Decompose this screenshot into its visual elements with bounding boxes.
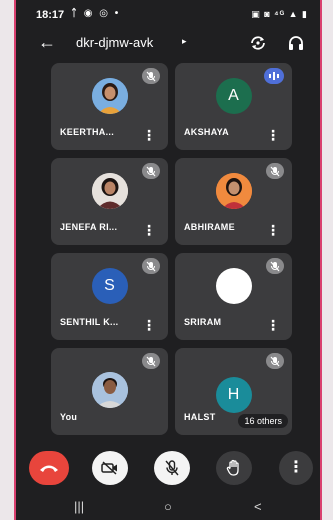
person-photo-icon	[215, 173, 252, 209]
more-vert-icon[interactable]: ⋮	[142, 128, 156, 142]
status-time: 18:17	[36, 9, 65, 21]
mic-off-icon	[142, 353, 160, 369]
avatar	[91, 372, 128, 408]
hand-icon	[226, 459, 239, 476]
switch-camera-icon[interactable]	[248, 34, 268, 52]
call-controls: ⋮	[16, 448, 320, 488]
more-vert-icon[interactable]: ⋮	[266, 223, 280, 237]
participant-name: SENTHIL K...	[60, 317, 119, 327]
participant-tile[interactable]: S SENTHIL K... ⋮	[51, 253, 168, 340]
avatar: H	[215, 377, 252, 413]
more-vert-icon[interactable]: ⋮	[266, 128, 280, 142]
participant-name: ABHIRAME	[184, 222, 235, 232]
participant-tile[interactable]: You	[51, 348, 168, 435]
mic-off-icon	[142, 163, 160, 179]
participant-tile[interactable]: JENEFA RI... ⋮	[51, 158, 168, 245]
avatar-initial: A	[228, 87, 239, 104]
mic-off-icon	[165, 460, 179, 476]
mic-off-icon	[142, 258, 160, 274]
person-photo-icon	[91, 173, 128, 209]
more-options-button[interactable]: ⋮	[279, 451, 313, 485]
mic-off-icon	[266, 163, 284, 179]
raise-hand-button[interactable]	[216, 451, 252, 485]
chevron-right-icon[interactable]: ▸	[182, 36, 187, 47]
speaking-indicator-icon	[264, 68, 284, 84]
participant-name: HALST	[184, 412, 216, 422]
camera-off-icon	[101, 461, 117, 475]
participant-tile[interactable]: ABHIRAME ⋮	[175, 158, 292, 245]
mic-off-icon	[266, 258, 284, 274]
mic-off-icon	[142, 68, 160, 84]
avatar: A	[215, 78, 252, 114]
end-call-button[interactable]	[29, 451, 69, 485]
person-photo-icon	[91, 372, 128, 408]
avatar: S	[91, 268, 128, 304]
mic-off-button[interactable]	[154, 451, 190, 485]
avatar-initial: H	[227, 386, 240, 403]
meeting-code[interactable]: dkr-djmw-avk	[76, 35, 153, 50]
notification-icons: ᛏ ◉ ◎ •	[71, 8, 121, 19]
more-vert-icon[interactable]: ⋮	[142, 223, 156, 237]
more-vert-icon[interactable]: ⋮	[266, 318, 280, 332]
participant-name: AKSHAYA	[184, 127, 229, 137]
more-vert-icon: ⋮	[288, 459, 304, 476]
participant-tile[interactable]: H HALST 16 others	[175, 348, 292, 435]
avatar	[215, 268, 252, 304]
hang-up-icon	[40, 465, 58, 472]
headphones-icon[interactable]	[287, 34, 305, 52]
participant-name: You	[60, 412, 78, 422]
others-count-badge[interactable]: 16 others	[238, 414, 288, 428]
participant-tile[interactable]: KEERTHA... ⋮	[51, 63, 168, 150]
participant-name: KEERTHA...	[60, 127, 115, 137]
phone-screen: 18:17 ᛏ ◉ ◎ • ▣ ◙ ⁴ᴳ ▲ ▮ ← dkr-djmw-avk …	[14, 0, 322, 520]
home-icon[interactable]: ○	[164, 499, 172, 514]
avatar-initial: S	[104, 277, 115, 294]
more-vert-icon[interactable]: ⋮	[142, 318, 156, 332]
status-bar: 18:17 ᛏ ◉ ◎ • ▣ ◙ ⁴ᴳ ▲ ▮	[16, 6, 320, 24]
participant-name: SRIRAM	[184, 317, 222, 327]
recents-icon[interactable]: |||	[74, 499, 84, 514]
person-photo-icon	[91, 78, 128, 114]
participant-tile[interactable]: A AKSHAYA ⋮	[175, 63, 292, 150]
android-nav-bar: ||| ○ <	[16, 496, 320, 520]
system-icons: ▣ ◙ ⁴ᴳ ▲ ▮	[251, 9, 308, 19]
participant-name: JENEFA RI...	[60, 222, 118, 232]
nav-back-icon[interactable]: <	[254, 499, 262, 514]
avatar	[91, 78, 128, 114]
avatar	[215, 173, 252, 209]
avatar	[91, 173, 128, 209]
participant-tile[interactable]: SRIRAM ⋮	[175, 253, 292, 340]
meeting-header: ← dkr-djmw-avk ▸	[16, 28, 320, 58]
back-arrow-icon[interactable]: ←	[38, 32, 56, 53]
camera-off-button[interactable]	[92, 451, 128, 485]
mic-off-icon	[266, 353, 284, 369]
